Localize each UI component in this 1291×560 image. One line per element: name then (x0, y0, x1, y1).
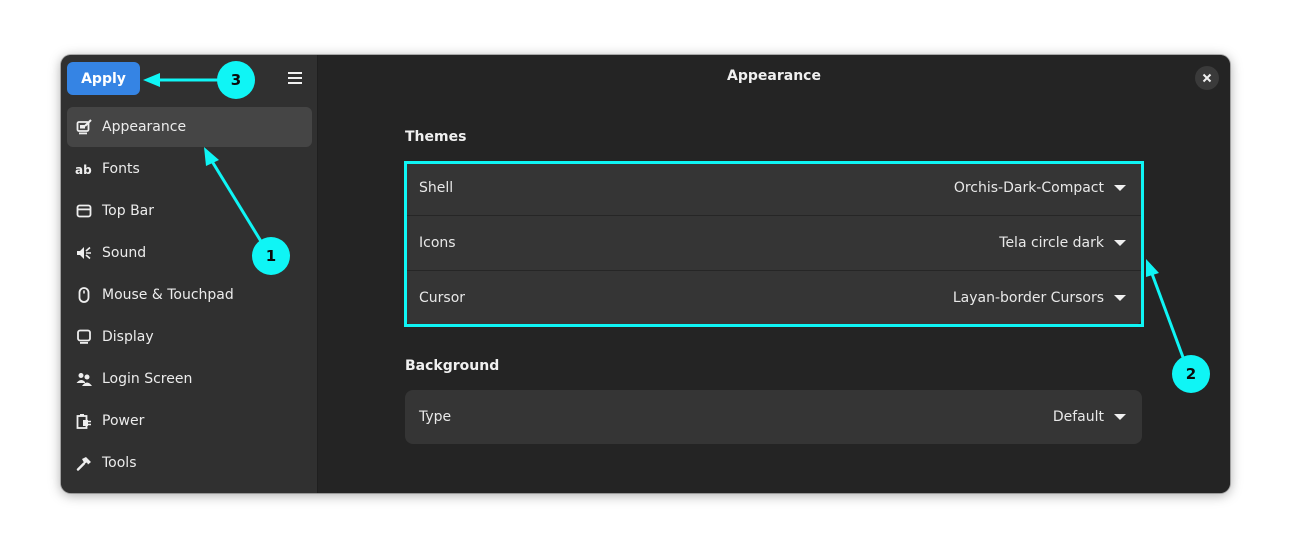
tools-icon (75, 455, 92, 472)
sidebar-item-label: Tools (102, 455, 137, 471)
sidebar: Apply Appearance ab Fonts Top Bar Sound … (61, 55, 318, 493)
cursor-theme-row[interactable]: Cursor Layan-border Cursors (405, 271, 1142, 325)
svg-text:ab: ab (75, 163, 92, 177)
top-bar-icon (75, 203, 92, 220)
shell-theme-row[interactable]: Shell Orchis-Dark-Compact (405, 161, 1142, 216)
sidebar-item-label: Sound (102, 245, 147, 261)
hamburger-menu-icon (288, 72, 302, 84)
appearance-icon (75, 119, 92, 136)
cursor-theme-dropdown[interactable]: Layan-border Cursors (953, 290, 1104, 306)
sidebar-item-label: Display (102, 329, 154, 345)
sidebar-item-label: Power (102, 413, 145, 429)
page-title: Appearance (727, 68, 821, 84)
sidebar-header: Apply (61, 55, 317, 101)
icons-theme-dropdown[interactable]: Tela circle dark (999, 235, 1104, 251)
close-icon (1202, 73, 1212, 83)
sidebar-item-label: Fonts (102, 161, 140, 177)
icons-theme-row[interactable]: Icons Tela circle dark (405, 216, 1142, 271)
mouse-icon (75, 287, 92, 304)
main-menu-button[interactable] (283, 67, 307, 89)
row-label: Shell (419, 180, 454, 196)
sidebar-item-tools[interactable]: Tools (67, 443, 312, 483)
fonts-icon: ab (75, 161, 92, 178)
sidebar-item-mouse-touchpad[interactable]: Mouse & Touchpad (67, 275, 312, 315)
login-screen-icon (75, 371, 92, 388)
background-type-row[interactable]: Type Default (405, 390, 1142, 444)
sidebar-item-power[interactable]: Power (67, 401, 312, 441)
annotation-badge-1: 1 (252, 237, 290, 275)
display-icon (75, 329, 92, 346)
annotation-badge-3: 3 (217, 61, 255, 99)
chevron-down-icon (1114, 295, 1126, 301)
tweaks-window: Apply Appearance ab Fonts Top Bar Sound … (61, 55, 1230, 493)
background-type-dropdown[interactable]: Default (1053, 409, 1104, 425)
sidebar-item-label: Login Screen (102, 371, 193, 387)
content-pane: Appearance Themes Shell Orchis-Dark-Comp… (318, 55, 1230, 493)
apply-button[interactable]: Apply (67, 62, 140, 95)
sidebar-item-label: Top Bar (102, 203, 155, 219)
background-list: Type Default (405, 390, 1142, 444)
sound-icon (75, 245, 92, 262)
sidebar-item-fonts[interactable]: ab Fonts (67, 149, 312, 189)
sidebar-item-login-screen[interactable]: Login Screen (67, 359, 312, 399)
shell-theme-dropdown[interactable]: Orchis-Dark-Compact (954, 180, 1104, 196)
sidebar-item-label: Mouse & Touchpad (102, 287, 234, 303)
sidebar-nav: Appearance ab Fonts Top Bar Sound Mouse … (67, 107, 312, 485)
row-label: Type (419, 409, 452, 425)
chevron-down-icon (1114, 414, 1126, 420)
row-label: Icons (419, 235, 456, 251)
close-button[interactable] (1195, 66, 1219, 90)
themes-list: Shell Orchis-Dark-Compact Icons Tela cir… (405, 161, 1142, 325)
sidebar-item-label: Appearance (102, 119, 187, 135)
background-heading: Background (405, 358, 500, 374)
sidebar-item-appearance[interactable]: Appearance (67, 107, 312, 147)
sidebar-item-top-bar[interactable]: Top Bar (67, 191, 312, 231)
row-label: Cursor (419, 290, 466, 306)
power-icon (75, 413, 92, 430)
themes-heading: Themes (405, 129, 467, 145)
chevron-down-icon (1114, 240, 1126, 246)
annotation-badge-2: 2 (1172, 355, 1210, 393)
sidebar-item-display[interactable]: Display (67, 317, 312, 357)
chevron-down-icon (1114, 185, 1126, 191)
